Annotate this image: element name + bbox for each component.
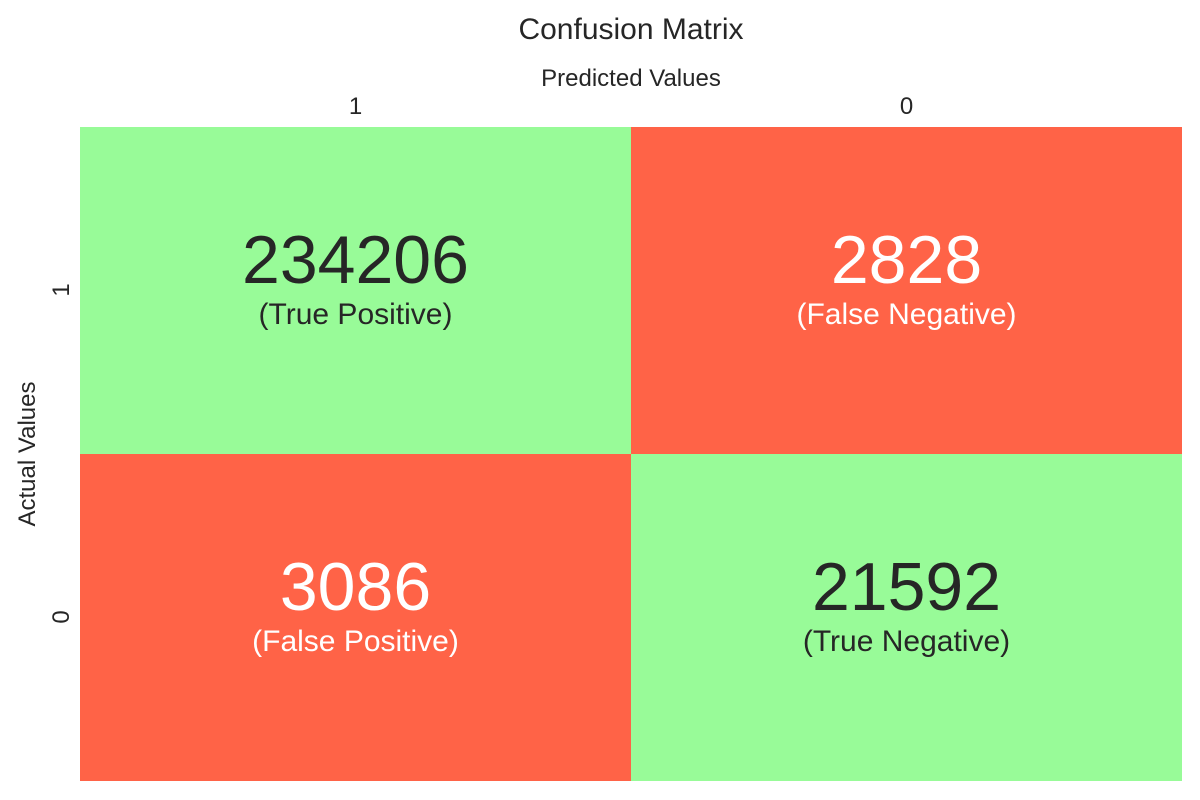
y-tick-label: 1: [48, 283, 75, 297]
cell-caption: (True Positive): [258, 297, 453, 331]
y-axis-label: Actual Values: [14, 381, 41, 527]
heatmap-cell: 21592 (True Negative): [631, 454, 1182, 781]
x-axis-label: Predicted Values: [541, 65, 721, 92]
cell-value: 2828: [830, 221, 983, 298]
chart-title: Confusion Matrix: [518, 13, 744, 46]
cell-value: 21592: [811, 548, 1002, 625]
x-tick-label: 1: [348, 93, 363, 120]
heatmap-cell: 3086 (False Positive): [80, 454, 631, 781]
cell-caption: (True Negative): [802, 624, 1011, 658]
y-tick-label: 0: [48, 610, 75, 624]
confusion-matrix-grid: 234206 (True Positive) 2828 (False Negat…: [80, 127, 1182, 781]
x-tick-label: 0: [899, 93, 914, 120]
cell-caption: (False Positive): [252, 624, 459, 658]
cell-caption: (False Negative): [796, 297, 1017, 331]
heatmap-cell: 2828 (False Negative): [631, 127, 1182, 454]
cell-value: 234206: [242, 221, 469, 298]
heatmap-cell: 234206 (True Positive): [80, 127, 631, 454]
cell-value: 3086: [279, 548, 432, 625]
